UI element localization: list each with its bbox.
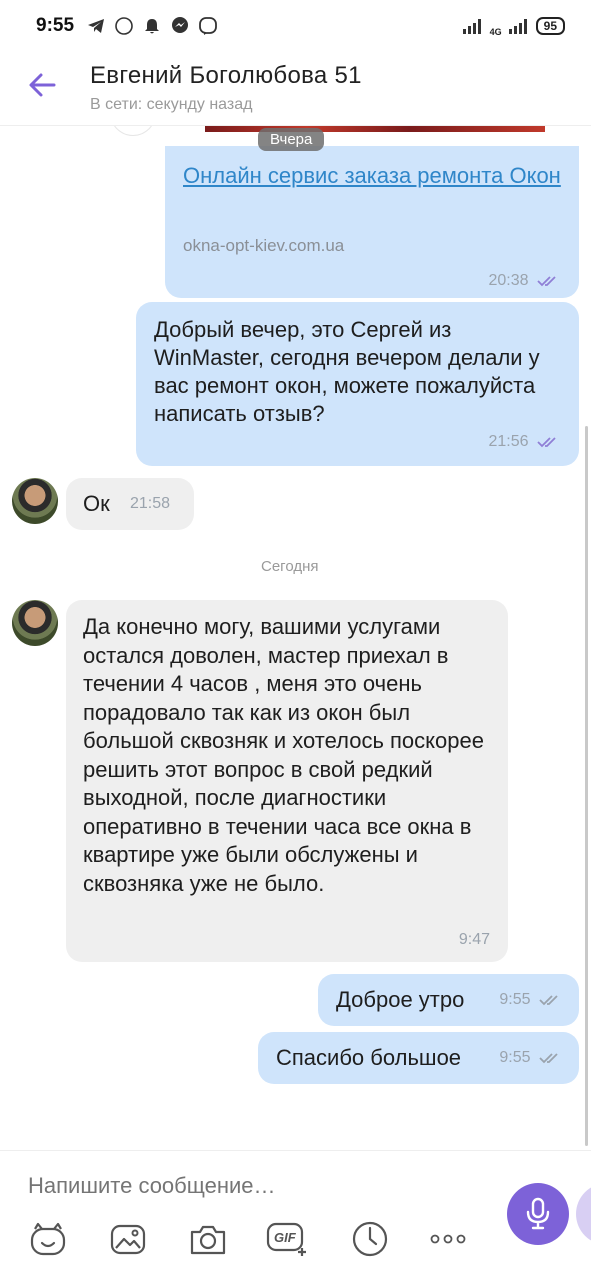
message-input[interactable] [28, 1173, 468, 1199]
gallery-icon[interactable] [108, 1219, 148, 1259]
link-domain: okna-opt-kiev.com.ua [183, 236, 345, 255]
message-composer: GIF [0, 1150, 591, 1280]
day-separator-today: Сегодня [261, 558, 319, 575]
scrollbar[interactable] [585, 426, 588, 1146]
message-text: Ок [83, 491, 110, 516]
battery-indicator: 95 [535, 17, 565, 35]
more-icon[interactable] [428, 1219, 468, 1259]
link-preview-image [165, 126, 579, 146]
messenger-icon [170, 16, 190, 36]
gif-icon[interactable]: GIF [266, 1219, 310, 1259]
read-ticks-icon [537, 276, 556, 287]
camera-icon[interactable] [188, 1219, 228, 1259]
sender-avatar[interactable] [12, 600, 58, 646]
link-title[interactable]: Онлайн сервис заказа ремонта Окон [183, 162, 563, 190]
delivered-ticks-icon [539, 1053, 558, 1064]
signal-icon [462, 19, 481, 34]
message-bubble-outgoing[interactable]: Спасибо большое 9:55 [258, 1032, 579, 1084]
contact-status: В сети: секунду назад [90, 96, 253, 113]
message-bubble-outgoing[interactable]: Доброе утро 9:55 [318, 974, 579, 1026]
message-time: 9:47 [458, 931, 490, 948]
viber-icon [198, 16, 218, 36]
bell-icon [142, 16, 162, 36]
sender-avatar[interactable] [12, 478, 58, 524]
delivered-ticks-icon [539, 995, 558, 1006]
message-text: Да конечно могу, вашими услугами остался… [83, 614, 484, 896]
telegram-icon [86, 16, 106, 36]
notification-badge-icon [114, 16, 134, 36]
network-type: 4G [489, 27, 502, 37]
read-ticks-icon [537, 437, 556, 448]
message-time: 9:55 [499, 1049, 531, 1066]
contact-name[interactable]: Евгений Боголюбова 51 [90, 62, 362, 90]
message-text: Доброе утро [336, 987, 465, 1012]
microphone-icon [526, 1197, 550, 1230]
secondary-action-button[interactable] [576, 1183, 591, 1245]
message-list[interactable]: Онлайн сервис заказа ремонта Окон okna-o… [0, 126, 591, 1150]
message-bubble-outgoing[interactable]: Добрый вечер, это Сергей из WinMaster, с… [136, 302, 579, 466]
clock-icon[interactable] [350, 1219, 390, 1259]
message-time: 20:38 [488, 272, 529, 289]
signal-icon-2 [508, 19, 527, 34]
voice-message-button[interactable] [507, 1183, 569, 1245]
message-time: 9:55 [499, 991, 531, 1008]
clock: 9:55 [36, 15, 75, 36]
message-time: 21:58 [130, 495, 171, 512]
message-time: 21:56 [488, 433, 529, 450]
link-preview-bubble[interactable]: Онлайн сервис заказа ремонта Окон okna-o… [165, 126, 579, 298]
message-bubble-incoming[interactable]: Ок 21:58 [66, 478, 194, 530]
message-bubble-incoming[interactable]: Да конечно могу, вашими услугами остался… [66, 600, 508, 962]
day-separator-yesterday: Вчера [258, 128, 325, 151]
sticker-icon[interactable] [28, 1219, 68, 1259]
gif-label: GIF [274, 1230, 296, 1245]
message-text: Спасибо большое [276, 1045, 462, 1070]
sender-avatar-partial [110, 126, 156, 136]
status-bar: 9:55 4G 95 [0, 0, 591, 52]
back-arrow-icon[interactable] [26, 68, 60, 102]
message-text: Добрый вечер, это Сергей из WinMaster, с… [154, 317, 540, 426]
chat-header: Евгений Боголюбова 51 В сети: секунду на… [0, 52, 591, 126]
